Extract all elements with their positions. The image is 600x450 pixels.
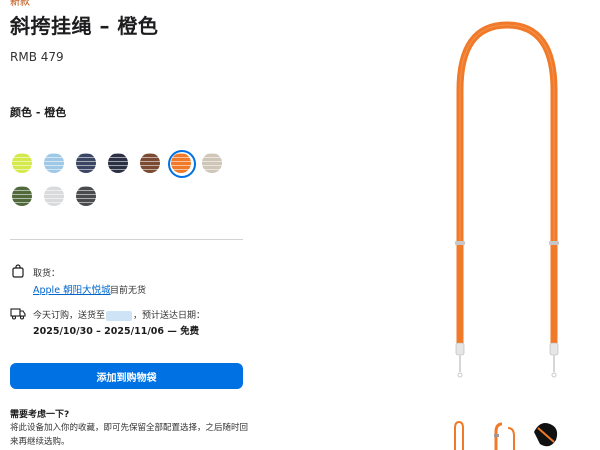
swatch-navy[interactable] (76, 153, 96, 173)
delivery-dates: 2025/10/30 – 2025/11/06 — 免费 (33, 326, 200, 337)
delivery-suffix: ，预计送达日期： (133, 311, 206, 321)
product-price: RMB 479 (10, 50, 64, 64)
swatch-orange[interactable] (168, 150, 196, 178)
consider-text: 将此设备加入你的收藏，即可先保留全部配置选择，之后随时回来再继续选购。 (10, 423, 249, 447)
pickup-store-link[interactable]: Apple 朝阳大悦城 (33, 282, 111, 296)
swatch-light-gray[interactable] (44, 186, 64, 206)
add-to-bag-button[interactable]: 添加到购物袋 (10, 363, 243, 389)
swatch-brown[interactable] (140, 153, 160, 173)
thumbnail-strap-detail[interactable] (488, 418, 522, 450)
swatch-dark-gray[interactable] (76, 186, 96, 206)
delivery-info: 今天订购，送货至 ，预计送达日期： (33, 308, 205, 321)
pickup-label: 取货： (33, 269, 61, 279)
pickup-status: 目前无货 (110, 286, 147, 296)
consider-title: 需要考虑一下? (10, 410, 70, 420)
swatch-dark-navy[interactable] (108, 153, 128, 173)
delivery-prefix: 今天订购，送货至 (33, 311, 106, 321)
delivery-truck-icon (10, 308, 26, 320)
delivery-location-link[interactable] (106, 310, 133, 321)
divider (10, 239, 243, 240)
new-badge: 新款 (10, 0, 30, 8)
thumbnail-phone-strap[interactable] (530, 418, 564, 450)
swatch-light-blue[interactable] (44, 153, 64, 173)
product-title: 斜挎挂绳 – 橙色 (10, 14, 159, 38)
thumbnail-strap-front[interactable] (445, 418, 479, 450)
color-label: 颜色 - 橙色 (10, 106, 67, 119)
swatch-lime[interactable] (12, 153, 32, 173)
shopping-bag-icon (12, 264, 24, 278)
swatch-beige[interactable] (202, 153, 222, 173)
left-adjuster (455, 241, 465, 245)
right-adjuster (549, 241, 559, 245)
swatch-olive-green[interactable] (12, 186, 32, 206)
